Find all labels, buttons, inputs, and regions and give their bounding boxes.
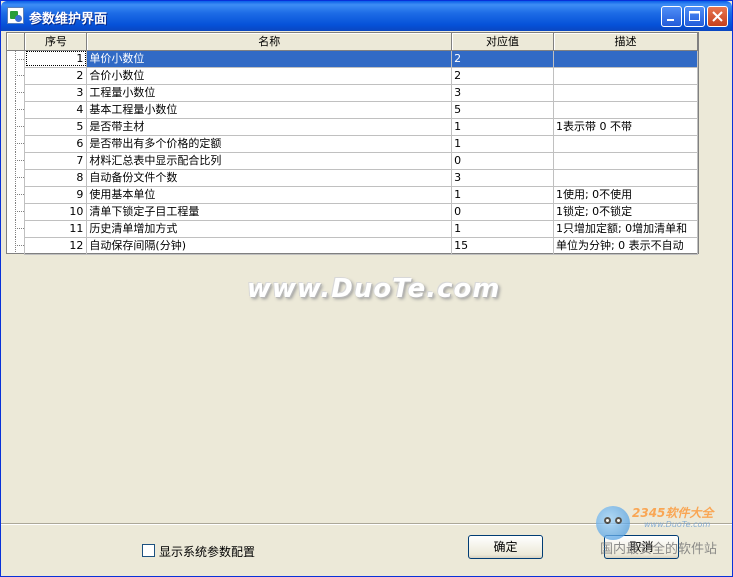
cell-name[interactable]: 是否带出有多个价格的定额 [86, 135, 453, 153]
table-row[interactable]: 2 合价小数位 2 [7, 67, 699, 85]
cell-desc[interactable] [553, 101, 699, 119]
table-row[interactable]: 1 单价小数位 2 [7, 50, 699, 68]
table-row[interactable]: 8 自动备份文件个数 3 [7, 169, 699, 187]
app-icon [7, 7, 24, 24]
cell-no[interactable]: 8 [24, 169, 88, 187]
minimize-button[interactable] [661, 6, 682, 27]
cell-value[interactable]: 0 [451, 152, 554, 170]
cell-desc[interactable]: 1只增加定额; 0增加清单和 [553, 220, 699, 238]
row-tree-indicator [7, 220, 26, 237]
cell-desc[interactable] [553, 135, 699, 153]
maximize-icon [689, 11, 700, 21]
cell-desc[interactable] [553, 84, 699, 102]
cell-desc[interactable]: 1表示带 0 不带 [553, 118, 699, 136]
cell-name[interactable]: 材料汇总表中显示配合比列 [86, 152, 453, 170]
column-header-indicator [7, 33, 26, 51]
close-icon [712, 11, 723, 22]
cell-name[interactable]: 是否带主材 [86, 118, 453, 136]
logo-brand: 2345软件大全 [632, 506, 714, 520]
table-row[interactable]: 6 是否带出有多个价格的定额 1 [7, 135, 699, 153]
cell-desc[interactable] [553, 152, 699, 170]
column-header-no[interactable]: 序号 [24, 33, 88, 51]
logo-text: 国内最安全的软件站 [600, 542, 718, 557]
table-header-row: 序号 名称 对应值 描述 [7, 33, 699, 51]
cell-value[interactable]: 1 [451, 220, 554, 238]
column-header-value[interactable]: 对应值 [451, 33, 554, 51]
cell-no[interactable]: 7 [24, 152, 88, 170]
minimize-icon [667, 19, 674, 21]
mascot-icon [596, 506, 630, 540]
cell-value[interactable]: 15 [451, 237, 554, 255]
cell-desc[interactable]: 1使用; 0不使用 [553, 186, 699, 204]
parameter-table: 序号 名称 对应值 描述 1 单价小数位 2 2 合价小数位 2 3 工程量小数位 3 4 基本工程… [7, 33, 699, 255]
column-header-name[interactable]: 名称 [86, 33, 453, 51]
row-tree-indicator [7, 135, 26, 152]
cell-value[interactable]: 3 [451, 84, 554, 102]
cell-no[interactable]: 2 [24, 67, 88, 85]
cell-no[interactable]: 5 [24, 118, 88, 136]
logo-url: www.DuoTe.com [644, 520, 711, 529]
cell-name[interactable]: 合价小数位 [86, 67, 453, 85]
cell-no[interactable]: 9 [24, 186, 88, 204]
cell-name[interactable]: 自动备份文件个数 [86, 169, 453, 187]
cell-name[interactable]: 基本工程量小数位 [86, 101, 453, 119]
show-system-config-label: 显示系统参数配置 [159, 545, 256, 559]
row-tree-indicator [7, 67, 26, 84]
row-tree-indicator [7, 237, 26, 254]
cell-value[interactable]: 3 [451, 169, 554, 187]
row-tree-indicator [7, 101, 26, 118]
table-row[interactable]: 5 是否带主材 1 1表示带 0 不带 [7, 118, 699, 136]
window-title: 参数维护界面 [29, 12, 108, 27]
cell-value[interactable]: 0 [451, 203, 554, 221]
column-header-desc[interactable]: 描述 [553, 33, 699, 51]
cell-desc[interactable] [553, 50, 699, 68]
row-tree-indicator [7, 50, 26, 67]
cell-desc[interactable] [553, 67, 699, 85]
row-tree-indicator [7, 118, 26, 135]
cell-name[interactable]: 清单下锁定子目工程量 [86, 203, 453, 221]
maximize-button[interactable] [684, 6, 705, 27]
table-row[interactable]: 10 清单下锁定子目工程量 0 1锁定; 0不锁定 [7, 203, 699, 221]
cell-no[interactable]: 4 [24, 101, 88, 119]
cell-name[interactable]: 使用基本单位 [86, 186, 453, 204]
cell-desc[interactable] [553, 169, 699, 187]
cell-name[interactable]: 工程量小数位 [86, 84, 453, 102]
table-row[interactable]: 11 历史清单增加方式 1 1只增加定额; 0增加清单和 [7, 220, 699, 238]
table-row[interactable]: 7 材料汇总表中显示配合比列 0 [7, 152, 699, 170]
table-row[interactable]: 9 使用基本单位 1 1使用; 0不使用 [7, 186, 699, 204]
table-row[interactable]: 4 基本工程量小数位 5 [7, 101, 699, 119]
cell-value[interactable]: 2 [451, 50, 554, 68]
row-tree-indicator [7, 152, 26, 169]
site-logo: 2345软件大全 www.DuoTe.com 国内最安全的软件站 [596, 496, 732, 557]
table-row[interactable]: 3 工程量小数位 3 [7, 84, 699, 102]
row-tree-indicator [7, 169, 26, 186]
main-window: 参数维护界面 序号 名称 对应值 描述 1 单价小数位 2 2 合价小数位 2 … [0, 0, 733, 577]
cell-name[interactable]: 自动保存间隔(分钟) [86, 237, 453, 255]
cell-name[interactable]: 单价小数位 [86, 50, 453, 68]
cell-value[interactable]: 5 [451, 101, 554, 119]
cell-no[interactable]: 11 [24, 220, 88, 238]
cell-no[interactable]: 10 [24, 203, 88, 221]
cell-name[interactable]: 历史清单增加方式 [86, 220, 453, 238]
title-bar[interactable]: 参数维护界面 [1, 1, 732, 31]
show-system-config-checkbox[interactable] [142, 544, 155, 557]
watermark-text: www.DuoTe.com [247, 274, 501, 304]
cell-no[interactable]: 6 [24, 135, 88, 153]
cell-value[interactable]: 1 [451, 135, 554, 153]
parameter-grid[interactable]: 序号 名称 对应值 描述 1 单价小数位 2 2 合价小数位 2 3 工程量小数位 3 4 基本工程… [6, 32, 699, 255]
cell-value[interactable]: 2 [451, 67, 554, 85]
table-row[interactable]: 12 自动保存间隔(分钟) 15 单位为分钟; 0 表示不自动 [7, 237, 699, 255]
row-tree-indicator [7, 84, 26, 101]
cell-no[interactable]: 1 [24, 50, 88, 68]
cell-no[interactable]: 3 [24, 84, 88, 102]
cell-value[interactable]: 1 [451, 118, 554, 136]
cell-desc[interactable]: 1锁定; 0不锁定 [553, 203, 699, 221]
ok-button[interactable]: 确定 [468, 535, 543, 559]
cell-value[interactable]: 1 [451, 186, 554, 204]
row-tree-indicator [7, 203, 26, 220]
row-tree-indicator [7, 186, 26, 203]
close-button[interactable] [707, 6, 728, 27]
cell-no[interactable]: 12 [24, 237, 88, 255]
cell-desc[interactable]: 单位为分钟; 0 表示不自动 [553, 237, 699, 255]
